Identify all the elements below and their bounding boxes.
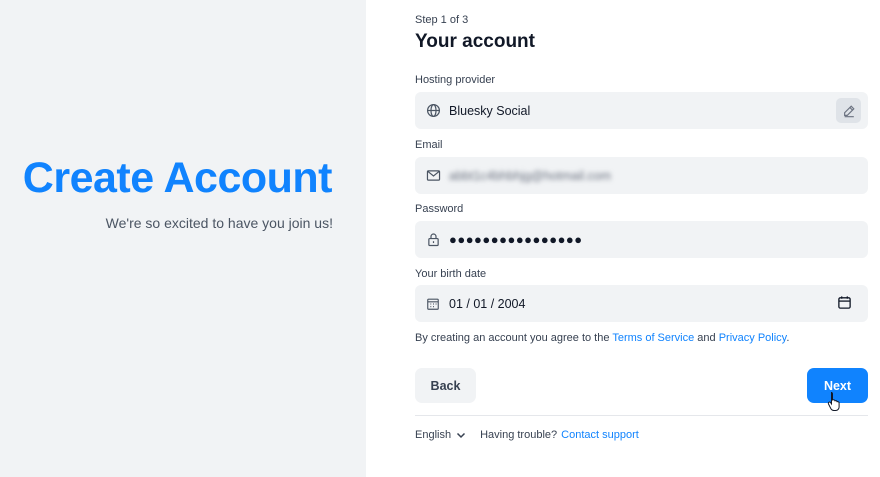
calendar-picker-icon[interactable] xyxy=(837,295,853,311)
trouble-text: Having trouble? xyxy=(480,429,558,441)
left-panel: Create Account We're so excited to have … xyxy=(0,0,366,477)
terms-of-service-link[interactable]: Terms of Service xyxy=(612,332,694,344)
hand-cursor-icon xyxy=(827,391,841,411)
hero-subtitle: We're so excited to have you join us! xyxy=(105,215,333,231)
email-field[interactable]: abbt1c4bhbhjg@hotmail.com xyxy=(415,157,868,194)
terms-text: By creating an account you agree to the … xyxy=(415,332,789,344)
pencil-icon xyxy=(842,104,856,118)
chevron-down-icon xyxy=(451,432,466,439)
terms-prefix: By creating an account you agree to the xyxy=(415,332,613,344)
terms-and: and xyxy=(694,332,719,344)
password-field[interactable]: ●●●●●●●●●●●●●●●● xyxy=(415,221,868,258)
globe-icon xyxy=(425,103,441,119)
hosting-provider-label: Hosting provider xyxy=(415,74,496,86)
calendar-icon xyxy=(425,296,441,312)
edit-hosting-button[interactable] xyxy=(836,98,861,123)
password-label: Password xyxy=(415,203,464,215)
step-indicator: Step 1 of 3 xyxy=(415,14,469,26)
birth-date-label: Your birth date xyxy=(415,268,487,280)
password-value: ●●●●●●●●●●●●●●●● xyxy=(449,232,583,247)
envelope-icon xyxy=(425,168,441,184)
contact-support-link[interactable]: Contact support xyxy=(561,429,639,441)
terms-suffix: . xyxy=(786,332,790,344)
divider xyxy=(415,415,868,416)
language-selector[interactable]: English xyxy=(415,429,466,441)
back-button[interactable]: Back xyxy=(415,368,476,403)
hero-title: Create Account xyxy=(22,154,333,202)
birth-date-field[interactable]: 01 / 01 / 2004 xyxy=(415,285,868,322)
language-label: English xyxy=(415,429,452,441)
hosting-provider-value: Bluesky Social xyxy=(449,103,531,118)
footer: English Having trouble? Contact support xyxy=(415,429,639,441)
email-label: Email xyxy=(415,139,443,151)
privacy-policy-link[interactable]: Privacy Policy xyxy=(719,332,787,344)
birth-date-value: 01 / 01 / 2004 xyxy=(449,296,526,311)
form-title: Your account xyxy=(415,31,535,52)
email-value: abbt1c4bhbhjg@hotmail.com xyxy=(449,168,612,183)
lock-icon xyxy=(425,232,441,248)
hosting-provider-field[interactable]: Bluesky Social xyxy=(415,92,868,129)
